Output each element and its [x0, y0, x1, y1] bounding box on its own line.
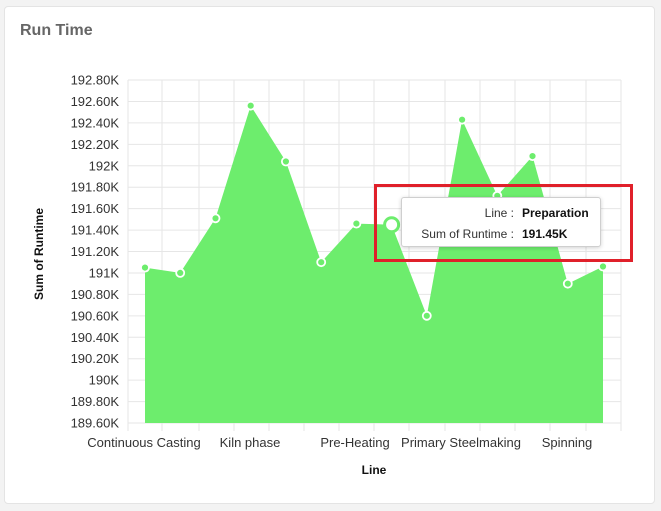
y-tick-label: 190.40K: [71, 330, 120, 345]
y-tick-label: 192.20K: [71, 137, 120, 152]
y-tick-label: 190.20K: [71, 351, 120, 366]
y-tick-label: 192.40K: [71, 115, 120, 130]
y-tick-label: 191.80K: [71, 180, 120, 195]
y-tick-label: 190K: [89, 373, 120, 388]
x-tick-label: Pre-Heating: [320, 435, 389, 450]
x-tick-label: Primary Steelmaking: [401, 435, 521, 450]
y-tick-label: 190.80K: [71, 287, 120, 302]
y-tick-label: 191.20K: [71, 244, 120, 259]
x-tick-label: Spinning: [542, 435, 593, 450]
x-axis-title: Line: [362, 463, 387, 477]
y-tick-label: 192.60K: [71, 94, 120, 109]
x-axis-ticks: Continuous Casting Kiln phase Pre-Heating P…: [87, 435, 592, 450]
x-tick-label: Kiln phase: [220, 435, 281, 450]
data-point[interactable]: [421, 310, 432, 321]
data-point[interactable]: [562, 278, 573, 289]
data-point[interactable]: [316, 257, 327, 268]
y-tick-label: 191.60K: [71, 201, 120, 216]
data-point[interactable]: [527, 151, 538, 162]
x-tick-label: Continuous Casting: [87, 435, 200, 450]
y-axis-ticks: 189.60K 189.80K 190K 190.20K 190.40K 190.60K 1…: [71, 73, 120, 431]
data-point[interactable]: [140, 262, 150, 273]
y-tick-label: 189.60K: [71, 416, 120, 431]
y-tick-label: 191.40K: [71, 223, 120, 238]
data-point[interactable]: [351, 218, 362, 229]
y-axis-title: Sum of Runtime: [32, 208, 46, 300]
y-tick-label: 189.80K: [71, 394, 120, 409]
data-point[interactable]: [457, 114, 468, 125]
highlight-box: [374, 184, 633, 262]
y-tick-label: 192K: [89, 158, 120, 173]
data-point[interactable]: [280, 156, 291, 167]
y-tick-label: 190.60K: [71, 308, 120, 323]
data-point[interactable]: [210, 213, 221, 224]
y-tick-label: 191K: [89, 265, 120, 280]
data-point[interactable]: [245, 100, 256, 111]
y-tick-label: 192.80K: [71, 73, 120, 88]
data-point[interactable]: [598, 261, 608, 272]
data-point[interactable]: [175, 267, 186, 278]
